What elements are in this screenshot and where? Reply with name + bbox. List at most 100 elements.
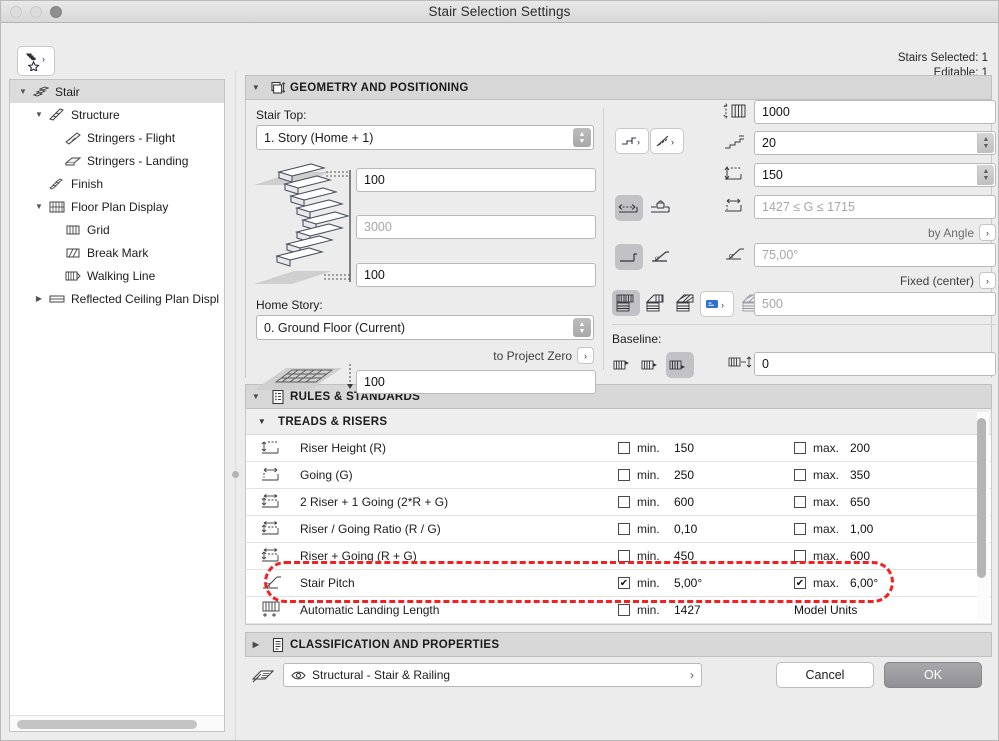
sidebar-item-finish[interactable]: ▶Finish <box>10 172 224 195</box>
sidebar-item-floor-plan-display[interactable]: ▼ Floor Plan Display <box>10 195 224 218</box>
sidebar-item-walking-line[interactable]: ▶Walking Line <box>10 264 224 287</box>
table-row[interactable]: Riser / Going Ratio (R / G) min. 0,10 max. 1… <box>246 516 991 543</box>
table-row[interactable]: α Stair Pitch ✔ min. 5,00° ✔ max. 6,00° <box>246 570 991 597</box>
ok-button[interactable]: OK <box>884 662 982 688</box>
tread-value-field[interactable]: 500 <box>754 292 996 316</box>
rule-max-value[interactable]: 350 <box>850 468 870 482</box>
cancel-button[interactable]: Cancel <box>776 662 874 688</box>
classification-chevron-icon[interactable]: › <box>690 668 694 682</box>
treads-risers-subheader[interactable]: ▼ TREADS & RISERS <box>246 409 991 435</box>
by-angle-chevron-icon[interactable]: › <box>979 224 996 241</box>
sidebar-item-structure[interactable]: ▼ Structure <box>10 103 224 126</box>
baseline-left-button[interactable] <box>610 352 638 378</box>
project-zero-field[interactable]: 100 <box>356 370 596 394</box>
panel-splitter[interactable] <box>235 71 236 740</box>
fixed-center-link[interactable]: Fixed (center) › <box>826 272 996 289</box>
geometry-twisty-icon[interactable]: ▼ <box>246 83 266 92</box>
rule-min-value[interactable]: 0,10 <box>674 522 697 536</box>
rule-max-checkbox[interactable] <box>794 469 806 481</box>
rule-min-value[interactable]: 150 <box>674 441 694 455</box>
rule-max-value[interactable]: 600 <box>850 549 870 563</box>
geometry-section-header[interactable]: ▼ GEOMETRY AND POSITIONING <box>245 75 992 100</box>
baseline-right-button[interactable] <box>666 352 694 378</box>
going-locked-button[interactable] <box>647 195 675 221</box>
rule-min-checkbox[interactable] <box>618 442 630 454</box>
by-angle-link[interactable]: by Angle › <box>846 224 996 241</box>
sidebar-item-stair[interactable]: ▼ Stair <box>10 80 224 103</box>
angle-field[interactable]: 75,00° <box>754 243 996 267</box>
sidebar-item-grid[interactable]: ▶Grid <box>10 218 224 241</box>
tread-settings-button[interactable]: › <box>700 291 734 317</box>
rule-min-value[interactable]: 1427 <box>674 603 701 617</box>
stair-top-select[interactable]: 1. Story (Home + 1) ▲ ▼ <box>256 125 594 150</box>
home-story-select[interactable]: 0. Ground Floor (Current) ▲ ▼ <box>256 315 594 340</box>
tread-layout-2-button[interactable] <box>642 290 670 316</box>
classification-selector[interactable]: Structural - Stair & Railing › <box>283 663 702 687</box>
baseline-offset-field[interactable]: 0 <box>754 352 996 376</box>
pitch-angle-button[interactable]: α <box>647 244 675 270</box>
rule-max-value[interactable]: 200 <box>850 441 870 455</box>
tread-layout-3-button[interactable] <box>672 290 700 316</box>
stair-top-arrows-icon[interactable]: ▲ ▼ <box>573 128 591 147</box>
rule-min-checkbox[interactable]: ✔ <box>618 577 630 589</box>
rule-min-value[interactable]: 600 <box>674 495 694 509</box>
sidebar-item-reflected-ceiling-plan-displ[interactable]: ▶ Reflected Ceiling Plan Displ <box>10 287 224 310</box>
fixed-center-chevron-icon[interactable]: › <box>979 272 996 289</box>
to-project-zero-link[interactable]: to Project Zero › <box>426 347 594 364</box>
bottom-offset-field[interactable]: 100 <box>356 263 596 287</box>
tree-horizontal-scrollbar[interactable] <box>10 715 224 731</box>
rule-min-value[interactable]: 450 <box>674 549 694 563</box>
table-row[interactable]: Automatic Landing Length min. 1427 Model Un… <box>246 597 991 624</box>
rule-max-checkbox[interactable] <box>794 442 806 454</box>
rule-min-checkbox[interactable] <box>618 469 630 481</box>
baseline-center-button[interactable] <box>638 352 666 378</box>
rule-max-value[interactable]: 650 <box>850 495 870 509</box>
table-row[interactable]: Riser Height (R) min. 150 max. 200 <box>246 435 991 462</box>
stair-type-button[interactable]: › <box>650 128 684 154</box>
classification-section-header[interactable]: ▶ CLASSIFICATION AND PROPERTIES <box>245 632 992 657</box>
tread-layout-1-button[interactable] <box>612 290 640 316</box>
chevron-right-icon[interactable]: › <box>577 347 594 364</box>
pitch-flat-button[interactable] <box>615 244 643 270</box>
tree-hscroll-thumb[interactable] <box>17 720 197 729</box>
riser-height-stepper[interactable]: ▲ ▼ <box>977 165 994 185</box>
rules-vscroll-thumb[interactable] <box>977 418 986 578</box>
sidebar-twisty-icon[interactable]: ▶ <box>32 294 46 303</box>
rule-min-checkbox[interactable] <box>618 550 630 562</box>
risers-stepper[interactable]: ▲ ▼ <box>977 133 994 153</box>
rule-min-value[interactable]: 5,00° <box>674 576 702 590</box>
sidebar-twisty-icon[interactable]: ▼ <box>32 110 46 119</box>
stair-width-field[interactable]: 1000 <box>754 100 996 124</box>
sidebar-item-stringers-landing[interactable]: ▶Stringers - Landing <box>10 149 224 172</box>
treads-risers-twisty-icon[interactable]: ▼ <box>246 417 278 426</box>
going-free-button[interactable] <box>615 195 643 221</box>
panel-splitter-handle[interactable] <box>232 471 239 478</box>
home-story-arrows-icon[interactable]: ▲ ▼ <box>573 318 591 337</box>
rule-max-value[interactable]: 1,00 <box>850 522 873 536</box>
rule-max-checkbox[interactable] <box>794 550 806 562</box>
table-row[interactable]: Going (G) min. 250 max. 350 <box>246 462 991 489</box>
settings-tree[interactable]: ▼Stair▼Structure▶Stringers - Flight▶Stri… <box>10 80 224 715</box>
going-field[interactable]: 1427 ≤ G ≤ 1715 <box>754 195 996 219</box>
table-row[interactable]: 2 Riser + 1 Going (2*R + G) min. 600 max. 65… <box>246 489 991 516</box>
rule-max-value[interactable]: 6,00° <box>850 576 878 590</box>
rule-min-checkbox[interactable] <box>618 523 630 535</box>
rule-max-checkbox[interactable] <box>794 523 806 535</box>
table-row[interactable]: Riser + Going (R + G) min. 450 max. 600 <box>246 543 991 570</box>
sidebar-item-break-mark[interactable]: ▶Break Mark <box>10 241 224 264</box>
stair-height-field[interactable]: 3000 <box>356 215 596 239</box>
classification-twisty-icon[interactable]: ▶ <box>246 640 266 649</box>
rule-max-checkbox[interactable]: ✔ <box>794 577 806 589</box>
sidebar-twisty-icon[interactable]: ▼ <box>16 87 30 96</box>
rule-max-checkbox[interactable] <box>794 496 806 508</box>
rule-min-checkbox[interactable] <box>618 496 630 508</box>
number-of-risers-field[interactable]: 20 ▲ ▼ <box>754 131 996 155</box>
sidebar-twisty-icon[interactable]: ▼ <box>32 202 46 211</box>
rules-vertical-scrollbar[interactable] <box>977 412 989 621</box>
rule-min-value[interactable]: 250 <box>674 468 694 482</box>
riser-height-field[interactable]: 150 ▲ ▼ <box>754 163 996 187</box>
stair-direction-button[interactable]: › <box>615 128 649 154</box>
rule-min-checkbox[interactable] <box>618 604 630 616</box>
top-offset-field[interactable]: 100 <box>356 168 596 192</box>
sidebar-item-stringers-flight[interactable]: ▶Stringers - Flight <box>10 126 224 149</box>
